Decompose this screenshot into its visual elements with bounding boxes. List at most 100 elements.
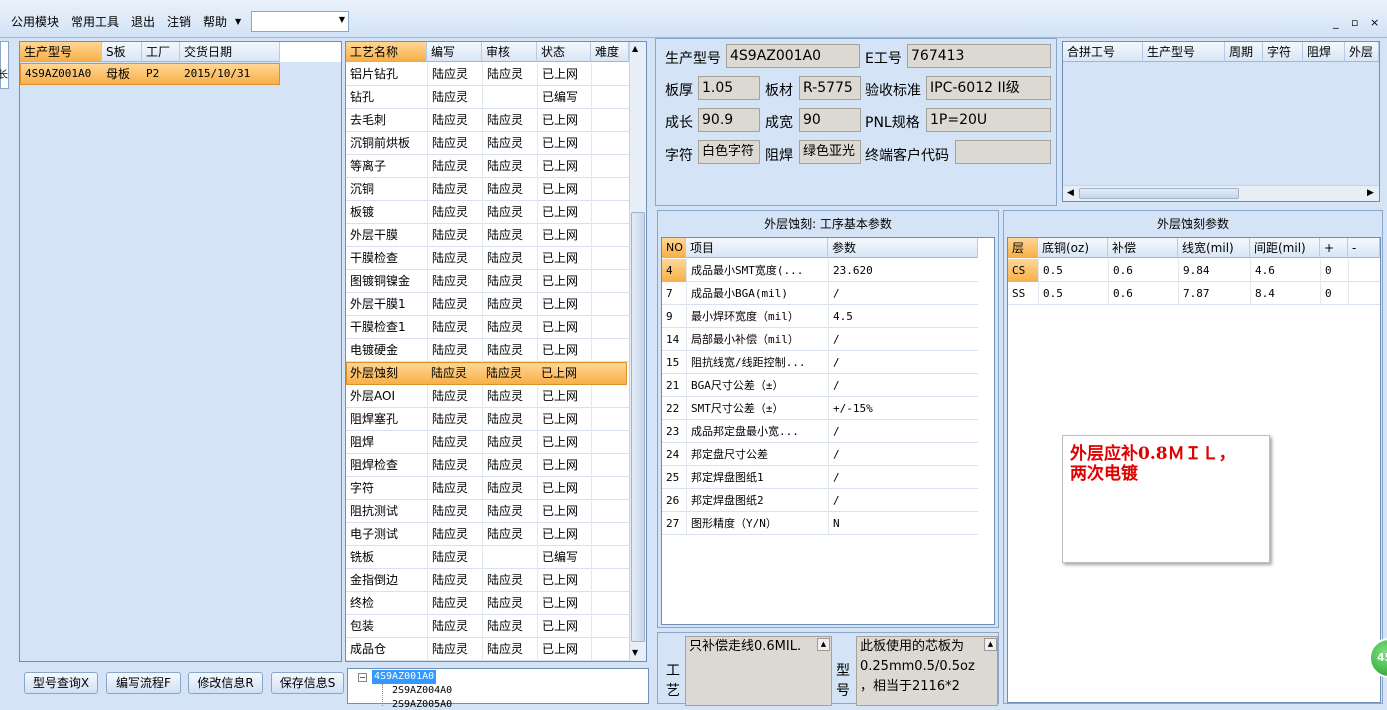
scroll-right-icon[interactable]: ▶ [1367, 188, 1374, 198]
save-info-button[interactable]: 保存信息S [271, 672, 344, 694]
scrollbar-thumb[interactable] [1079, 188, 1239, 199]
chevron-down-icon[interactable]: ▼ [235, 17, 241, 26]
etch-header-compensation[interactable]: 补偿 [1108, 238, 1178, 258]
mask-field[interactable]: 绿色亚光 [799, 140, 861, 164]
param-cell-no: 15 [666, 356, 680, 369]
param-header-value[interactable]: 参数 [828, 238, 978, 258]
combine-header-outer[interactable]: 外层 [1345, 42, 1379, 62]
param-panel: 外层蚀刻: 工序基本参数 NO 项目 参数 4 成品最小SMT宽度(... 23.6… [657, 210, 999, 628]
order-header-sboard[interactable]: S板 [102, 42, 142, 62]
width-field[interactable]: 90 [799, 108, 861, 132]
process-cell-status: 已上网 [537, 132, 591, 155]
model-remark[interactable]: 此板使用的芯板为 0.25mm0.5/0.5oz ，相当于2116*2 [856, 636, 998, 706]
scroll-up-icon[interactable]: ▲ [817, 638, 830, 651]
process-cell-status: 已上网 [537, 569, 591, 592]
process-header-difficulty[interactable]: 难度 [591, 42, 629, 62]
process-cell-status: 已上网 [537, 109, 591, 132]
etch-header-line-width[interactable]: 线宽(mil) [1178, 238, 1250, 258]
etch-header-minus[interactable]: - [1348, 238, 1380, 258]
etch-cell-minus [1348, 282, 1380, 305]
scroll-down-icon[interactable]: ▼ [632, 648, 638, 657]
pnl-field[interactable]: 1P=20U [926, 108, 1051, 132]
order-header-model[interactable]: 生产型号 [20, 42, 102, 62]
combine-header-model[interactable]: 生产型号 [1143, 42, 1225, 62]
process-cell-writer: 陆应灵 [427, 270, 482, 293]
combine-header-cycle[interactable]: 周期 [1225, 42, 1263, 62]
tree-node[interactable]: 2S9AZ005A0 [392, 699, 452, 710]
close-icon[interactable]: × [1370, 16, 1379, 29]
process-cell-reviewer: 陆应灵 [482, 132, 537, 155]
process-cell-reviewer: 陆应灵 [482, 63, 537, 86]
etch-header-base-copper[interactable]: 底铜(oz) [1038, 238, 1108, 258]
minimize-icon[interactable]: _ [1333, 16, 1339, 29]
combine-hscrollbar[interactable]: ◀ ▶ [1063, 185, 1379, 201]
restore-icon[interactable]: ▫ [1351, 16, 1358, 29]
menu-common-modules[interactable]: 公用模块 [11, 13, 59, 30]
combine-header-no[interactable]: 合拼工号 [1063, 42, 1143, 62]
process-cell-difficulty [591, 201, 629, 224]
process-header-status[interactable]: 状态 [537, 42, 591, 62]
process-cell-status: 已上网 [537, 201, 591, 224]
menu-help[interactable]: 帮助 [203, 13, 227, 30]
process-cell-difficulty [591, 293, 629, 316]
process-cell-reviewer: 陆应灵 [482, 454, 537, 477]
write-flow-button[interactable]: 编写流程F [106, 672, 181, 694]
scroll-up-icon[interactable]: ▲ [984, 638, 997, 651]
menu-bar: 公用模块 常用工具 退出 注销 帮助 ▼ ▼ _ ▫ × [0, 0, 1387, 38]
query-model-button[interactable]: 型号查询X [24, 672, 98, 694]
process-cell-reviewer: 陆应灵 [482, 592, 537, 615]
combine-header-char[interactable]: 字符 [1263, 42, 1303, 62]
scrollbar-thumb[interactable] [631, 212, 645, 642]
scroll-up-icon[interactable]: ▲ [632, 44, 638, 53]
menu-exit[interactable]: 退出 [131, 13, 155, 30]
process-header-writer[interactable]: 编写 [427, 42, 482, 62]
eno-label: E工号 [865, 51, 902, 67]
modify-info-button[interactable]: 修改信息R [188, 672, 263, 694]
material-field[interactable]: R-5775 [799, 76, 861, 100]
process-cell-status: 已上网 [537, 293, 591, 316]
toolbar-combo[interactable]: ▼ [251, 11, 349, 32]
tree-root[interactable]: 4S9AZ001A0 [372, 670, 437, 684]
process-cell-status: 已上网 [537, 500, 591, 523]
process-header-name[interactable]: 工艺名称 [346, 42, 427, 62]
customer-code-field[interactable] [955, 140, 1051, 164]
craft-remark[interactable]: 只补偿走线0.6MIL. [685, 636, 832, 706]
char-field[interactable]: 白色字符 [698, 140, 760, 164]
etch-header-plus[interactable]: + [1320, 238, 1348, 258]
param-cell-no: 26 [666, 494, 680, 507]
process-cell-writer: 陆应灵 [427, 63, 482, 86]
process-cell-difficulty [591, 454, 629, 477]
order-header-delivery[interactable]: 交货日期 [180, 42, 280, 62]
combine-header-mask[interactable]: 阻焊 [1303, 42, 1345, 62]
process-scrollbar[interactable]: ▲ ▼ [629, 42, 646, 661]
param-header-no[interactable]: NO [662, 238, 686, 258]
thickness-field[interactable]: 1.05 [698, 76, 760, 100]
eno-field[interactable]: 767413 [907, 44, 1051, 68]
process-cell-status: 已上网 [537, 615, 591, 638]
mask-label: 阻焊 [765, 148, 793, 164]
process-cell-writer: 陆应灵 [427, 224, 482, 247]
tree-node[interactable]: 2S9AZ004A0 [392, 685, 452, 696]
model-field[interactable]: 4S9AZ001A0 [726, 44, 860, 68]
param-cell-no: 7 [666, 287, 673, 300]
etch-cell-layer: SS [1012, 287, 1026, 300]
process-header-reviewer[interactable]: 审核 [482, 42, 537, 62]
scroll-left-icon[interactable]: ◀ [1067, 188, 1074, 198]
param-header-item[interactable]: 项目 [686, 238, 828, 258]
standard-field[interactable]: IPC-6012 II级 [926, 76, 1051, 100]
param-cell-value: / [828, 351, 978, 374]
etch-header-layer[interactable]: 层 [1008, 238, 1038, 258]
side-tab[interactable]: 长 [0, 41, 9, 89]
process-cell-difficulty [591, 431, 629, 454]
menu-logout[interactable]: 注销 [167, 13, 191, 30]
menu-common-tools[interactable]: 常用工具 [71, 13, 119, 30]
etch-cell-base-copper: 0.5 [1038, 282, 1108, 305]
process-cell-name: 板镀 [350, 205, 375, 219]
process-cell-reviewer: 陆应灵 [482, 155, 537, 178]
length-field[interactable]: 90.9 [698, 108, 760, 132]
process-cell-name: 字符 [350, 481, 375, 495]
collapse-icon[interactable]: − [358, 673, 367, 682]
order-header-factory[interactable]: 工厂 [142, 42, 180, 62]
process-cell-name: 外层干膜 [350, 228, 399, 242]
etch-header-spacing[interactable]: 间距(mil) [1250, 238, 1320, 258]
